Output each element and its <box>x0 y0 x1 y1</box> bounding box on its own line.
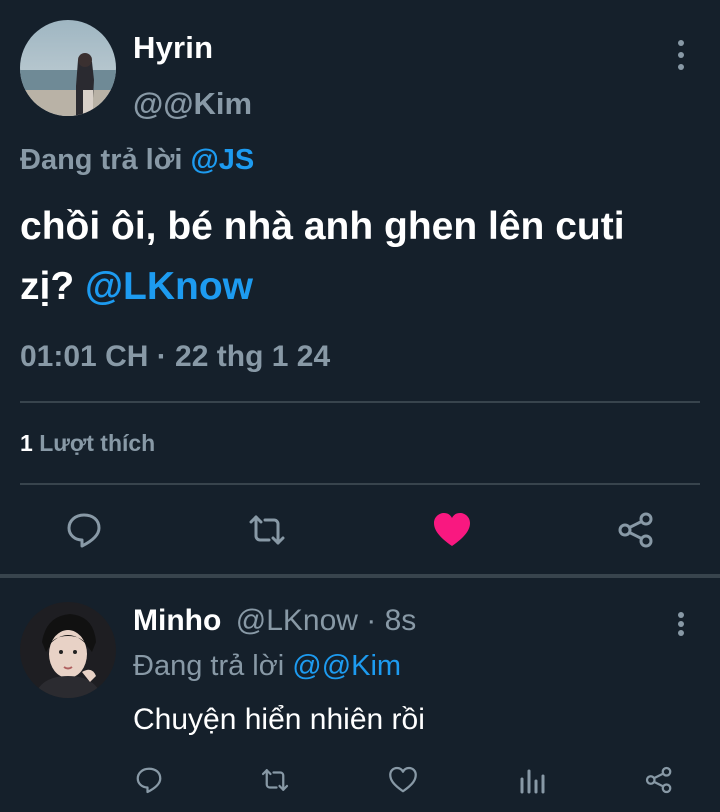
more-vertical-icon[interactable] <box>675 40 687 70</box>
reply-header: Minho @LKnow · 8s <box>133 604 416 638</box>
heart-icon[interactable] <box>432 510 472 550</box>
tweet-text-line2: zị? @LKnow <box>20 257 710 317</box>
tweet-mention-link[interactable]: @LKnow <box>85 265 253 308</box>
tweet-text-line1: chồi ôi, bé nhà anh ghen lên cuti <box>20 205 625 248</box>
analytics-icon[interactable] <box>517 765 547 795</box>
heart-outline-icon[interactable] <box>388 765 418 795</box>
reply-avatar[interactable] <box>20 602 116 698</box>
tweet-text-line2-prefix: zị? <box>20 265 75 308</box>
share-icon[interactable] <box>616 510 656 550</box>
avatar[interactable] <box>20 20 116 116</box>
timestamp[interactable]: 01:01 CH · 22 thg 1 24 <box>20 340 330 374</box>
likes-summary[interactable]: 1 Lượt thích <box>20 430 155 457</box>
retweet-icon[interactable] <box>260 765 290 795</box>
comment-icon[interactable] <box>64 510 104 550</box>
likes-label: Lượt thích <box>39 430 156 456</box>
comment-icon[interactable] <box>134 765 164 795</box>
retweet-icon[interactable] <box>247 510 287 550</box>
reply-replying-to-mention[interactable]: @@Kim <box>292 650 401 682</box>
handle[interactable]: @@Kim <box>133 86 252 122</box>
reply-text: Chuyện hiển nhiên rồi <box>133 703 425 736</box>
divider <box>20 483 700 485</box>
display-name[interactable]: Hyrin <box>133 30 213 66</box>
more-vertical-icon[interactable] <box>675 612 687 636</box>
reply-replying-to: Đang trả lời @@Kim <box>133 650 401 683</box>
replying-to: Đang trả lời @JS <box>20 144 254 177</box>
reply-replying-to-label: Đang trả lời <box>133 650 285 682</box>
replying-to-label: Đang trả lời <box>20 144 183 176</box>
divider <box>20 401 700 403</box>
replying-to-mention[interactable]: @JS <box>190 144 254 176</box>
likes-count: 1 <box>20 430 33 456</box>
section-separator <box>0 574 720 578</box>
tweet-text: chồi ôi, bé nhà anh ghen lên cuti zị? @L… <box>20 197 710 317</box>
share-icon[interactable] <box>644 765 674 795</box>
reply-handle-time[interactable]: @LKnow · 8s <box>236 604 417 637</box>
reply-display-name[interactable]: Minho <box>133 604 221 637</box>
